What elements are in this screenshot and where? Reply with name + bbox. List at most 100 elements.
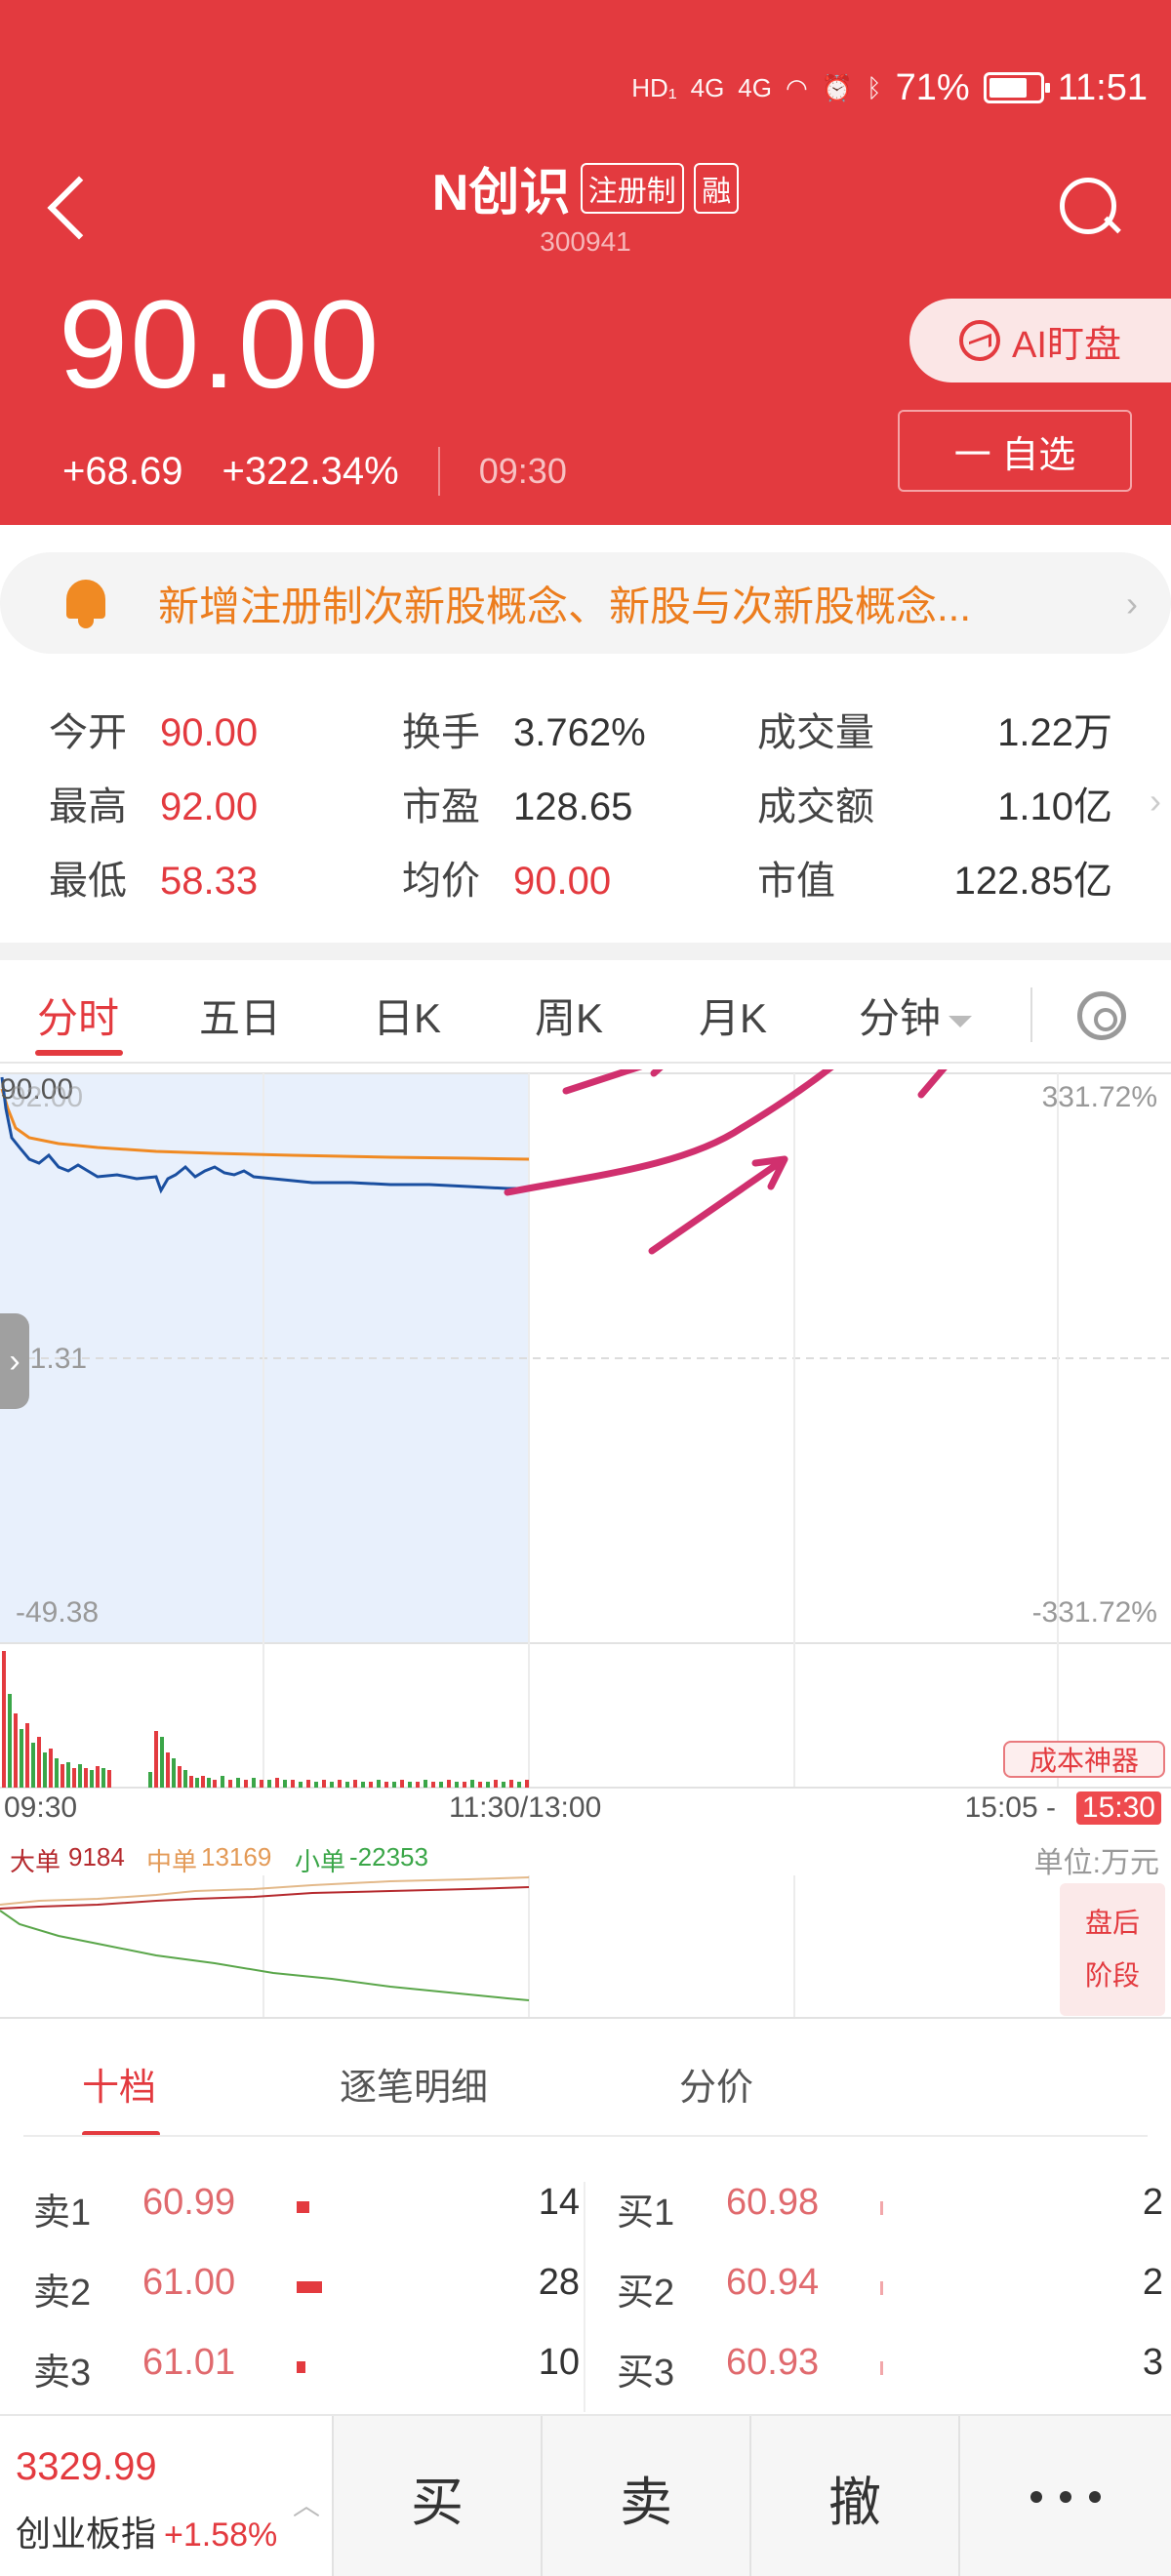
level-name: 卖3 bbox=[33, 2353, 92, 2394]
stats-grid[interactable]: 今开 90.00 最高 92.00 最低 58.33 换手 3.762% 市盈 … bbox=[0, 683, 1171, 927]
search-icon[interactable] bbox=[1056, 174, 1124, 242]
expand-handle[interactable]: › bbox=[0, 1313, 29, 1409]
ask-row[interactable]: 卖2 61.00 28 bbox=[33, 2262, 580, 2320]
gear-icon[interactable] bbox=[1077, 991, 1126, 1040]
stock-code: 300941 bbox=[540, 226, 631, 257]
remove-watchlist-button[interactable]: 一 自选 bbox=[898, 410, 1132, 492]
money-flow-legend: 大单 9184 中单 13169 小单 -22353 单位:万元 bbox=[0, 1838, 1171, 1879]
margin-tag: 融 bbox=[694, 162, 740, 214]
level-price: 60.98 bbox=[726, 2182, 820, 2223]
time-post: 15:05 - bbox=[964, 1791, 1056, 1824]
stat-value: 58.33 bbox=[160, 860, 259, 903]
change-row: +68.69 +322.34% 09:30 bbox=[62, 447, 567, 496]
stat-label: 市值 bbox=[757, 860, 835, 903]
orderbook-tabs: 十档 逐笔明细 分价 bbox=[0, 2053, 1171, 2137]
ask-row[interactable]: 卖3 61.01 10 bbox=[33, 2342, 580, 2400]
concept-text: 新增注册制次新股概念、新股与次新股概念... bbox=[158, 583, 972, 629]
index-ticker[interactable]: 3329.99 创业板指 +1.58% ︿ bbox=[0, 2416, 332, 2576]
tab-week-k[interactable]: 周K bbox=[535, 986, 603, 1045]
price-change-percent: +322.34% bbox=[222, 449, 399, 493]
register-tag: 注册制 bbox=[580, 162, 684, 214]
pct-axis-bottom: -331.72% bbox=[1031, 1596, 1157, 1629]
ask-row[interactable]: 卖1 60.99 14 bbox=[33, 2182, 580, 2240]
pct-axis-top: 331.72% bbox=[1041, 1081, 1157, 1113]
level-volume: 28 bbox=[538, 2262, 580, 2303]
tab-tick-detail[interactable]: 逐笔明细 bbox=[340, 2057, 488, 2111]
signal-icon-2: 4G bbox=[738, 72, 772, 102]
tab-five-day[interactable]: 五日 bbox=[199, 986, 281, 1045]
hd-icon: HD₁ bbox=[631, 72, 677, 102]
battery-icon bbox=[983, 72, 1050, 103]
y-axis-top: 92.00 bbox=[10, 1081, 84, 1113]
level-price: 60.93 bbox=[726, 2342, 820, 2383]
price-change: +68.69 bbox=[62, 449, 183, 493]
ai-watch-button[interactable]: AI盯盘 bbox=[909, 299, 1171, 382]
clock: 11:51 bbox=[1057, 66, 1148, 108]
level-volume: 10 bbox=[538, 2342, 580, 2383]
divider bbox=[437, 447, 440, 496]
section-separator bbox=[0, 943, 1171, 960]
index-value: 3329.99 bbox=[16, 2445, 157, 2488]
chevron-up-icon: ︿ bbox=[293, 2490, 321, 2520]
level-price: 60.99 bbox=[142, 2182, 236, 2223]
tab-minute-label: 分钟 bbox=[859, 995, 942, 1041]
tab-price-distribution[interactable]: 分价 bbox=[679, 2057, 753, 2111]
tab-day-k[interactable]: 日K bbox=[373, 986, 441, 1045]
mid-order-label: 中单 bbox=[146, 1847, 198, 1876]
title-block: N创识 注册制 融 bbox=[0, 151, 1171, 224]
stat-volume: 成交量 1.22万 bbox=[757, 701, 1112, 757]
tab-ten-levels[interactable]: 十档 bbox=[82, 2057, 156, 2111]
bell-icon bbox=[59, 576, 113, 630]
small-order-label: 小单 bbox=[295, 1847, 346, 1876]
stat-avg: 均价 90.00 bbox=[402, 849, 611, 906]
stat-value: 1.10亿 bbox=[997, 785, 1112, 828]
bid-row[interactable]: 买3 60.93 3 bbox=[617, 2342, 1163, 2400]
level-name: 卖1 bbox=[33, 2193, 92, 2234]
level-volume: 3 bbox=[1142, 2342, 1163, 2383]
wifi-icon: ◠ bbox=[785, 72, 808, 102]
stat-label: 成交额 bbox=[757, 785, 874, 828]
bid-row[interactable]: 买1 60.98 2 bbox=[617, 2182, 1163, 2240]
level-name: 买2 bbox=[617, 2273, 675, 2314]
ai-watch-label: AI盯盘 bbox=[1012, 324, 1121, 366]
chevron-right-icon: › bbox=[1126, 584, 1138, 624]
stat-label: 最高 bbox=[49, 785, 127, 828]
bottom-action-bar: 3329.99 创业板指 +1.58% ︿ 买 卖 撤 bbox=[0, 2414, 1171, 2576]
after-hours-line1: 盘后 bbox=[1084, 1908, 1140, 1938]
chevron-right-icon: › bbox=[1150, 781, 1161, 821]
cancel-order-button[interactable]: 撤 bbox=[749, 2416, 958, 2576]
stat-label: 均价 bbox=[402, 860, 480, 903]
level-price: 60.94 bbox=[726, 2262, 820, 2303]
tab-minute[interactable]: 分钟 bbox=[859, 986, 973, 1045]
status-bar: HD₁ 4G 4G ◠ ⏰ ᛒ 71% 11:51 bbox=[631, 59, 1148, 117]
quote-time: 09:30 bbox=[478, 451, 567, 491]
concept-banner[interactable]: 新增注册制次新股概念、新股与次新股概念... › bbox=[0, 552, 1171, 654]
intraday-chart[interactable] bbox=[0, 1069, 1171, 1791]
bid-row[interactable]: 买2 60.94 2 bbox=[617, 2262, 1163, 2320]
level-price: 61.01 bbox=[142, 2342, 236, 2383]
caret-down-icon bbox=[949, 1015, 973, 1027]
time-start: 09:30 bbox=[4, 1791, 78, 1824]
divider bbox=[23, 2135, 1148, 2137]
stat-low: 最低 58.33 bbox=[49, 849, 258, 906]
level-volume-bar bbox=[297, 2281, 323, 2293]
stat-value: 3.762% bbox=[513, 711, 646, 754]
stat-value: 90.00 bbox=[513, 860, 612, 903]
time-mid: 11:30/13:00 bbox=[449, 1791, 602, 1824]
stat-label: 今开 bbox=[49, 711, 127, 754]
level-volume-bar bbox=[880, 2281, 883, 2295]
flow-bg bbox=[0, 1875, 1171, 2018]
sell-button[interactable]: 卖 bbox=[541, 2416, 749, 2576]
level-volume-bar bbox=[297, 2361, 305, 2373]
stat-value: 122.85亿 bbox=[953, 860, 1112, 903]
tab-month-k[interactable]: 月K bbox=[699, 986, 767, 1045]
after-hours-badge[interactable]: 盘后 阶段 bbox=[1060, 1883, 1165, 2016]
cost-tool-button[interactable]: 成本神器 bbox=[1003, 1741, 1165, 1778]
stat-label: 最低 bbox=[49, 860, 127, 903]
tab-underline bbox=[35, 1050, 123, 1056]
tab-intraday[interactable]: 分时 bbox=[37, 986, 119, 1045]
more-button[interactable] bbox=[958, 2416, 1171, 2576]
level-volume-bar bbox=[880, 2361, 883, 2375]
buy-button[interactable]: 买 bbox=[332, 2416, 541, 2576]
alarm-icon: ⏰ bbox=[821, 72, 854, 102]
